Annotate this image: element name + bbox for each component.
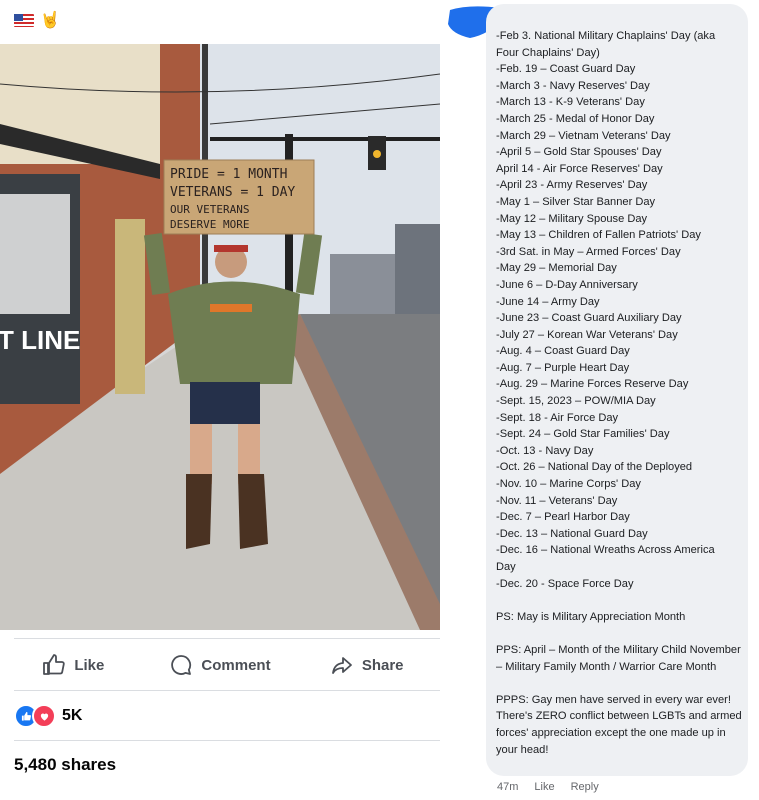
share-arrow-icon — [331, 657, 352, 674]
door — [115, 219, 145, 394]
window-text: T LINE — [0, 325, 80, 355]
post-actions: Like Comment Share — [0, 643, 440, 687]
comment-line: -July 27 – Korean War Veterans' Day — [496, 328, 678, 341]
share-button[interactable]: Share — [293, 653, 440, 677]
comment-line: -Feb 3. National Military Chaplains' Day… — [496, 30, 716, 42]
comment-line: -Sept. 18 - Air Force Day — [496, 411, 619, 424]
comment-line: -Oct. 26 – National Day of the Deployed — [496, 461, 693, 474]
like-label: Like — [74, 656, 105, 674]
comment-line: -April 23 - Army Reserves' Day — [496, 179, 648, 192]
comment-line: -March 29 – Vietnam Veterans' Day — [496, 129, 671, 142]
reaction-count: 5K — [62, 707, 83, 724]
comment-line: -Dec. 13 – National Guard Day — [496, 527, 648, 540]
sign-line-1: PRIDE = 1 MONTH — [170, 167, 287, 182]
comment-line: -May 12 – Military Spouse Day — [496, 212, 648, 225]
comment-line: April 14 - Air Force Reserves' Day — [496, 162, 663, 175]
post-photo[interactable]: T LINE PRIDE = 1 MONTH VETERANS = 1 DAY … — [0, 44, 440, 630]
comment-line: -Nov. 11 – Veterans' Day — [496, 494, 618, 507]
comment-ps: PS: May is Military Appreciation Month — [496, 610, 686, 623]
comment-line: -May 29 – Memorial Day — [496, 262, 617, 275]
comment-line: -June 23 – Coast Guard Auxiliary Day — [496, 312, 682, 325]
comment-line: -Dec. 16 – National Wreaths Across Ameri… — [496, 544, 715, 557]
share-count[interactable]: 5,480 shares — [14, 755, 116, 775]
comment-line: -Aug. 4 – Coast Guard Day — [496, 345, 630, 358]
sign-line-4: DESERVE MORE — [170, 218, 249, 231]
comment-timestamp[interactable]: 47m — [497, 781, 518, 793]
comment-line: -May 1 – Silver Star Banner Day — [496, 195, 656, 208]
cardboard-sign: PRIDE = 1 MONTH VETERANS = 1 DAY OUR VET… — [163, 159, 315, 235]
reactions-summary[interactable]: 5K — [14, 704, 82, 728]
comment-line: -Sept. 24 – Gold Star Families' Day — [496, 428, 670, 441]
comment-line: -Dec. 7 – Pearl Harbor Day — [496, 511, 630, 524]
comment-line: -June 14 – Army Day — [496, 295, 600, 308]
comment-line: -March 13 - K-9 Veterans' Day — [496, 96, 645, 109]
comment-line: -April 5 – Gold Star Spouses' Day — [496, 146, 662, 159]
facebook-post: 🤘 T LINE PRIDE = 1 MONTH VETERANS = 1 DA… — [0, 0, 440, 800]
rock-hand-icon: 🤘 — [40, 12, 60, 29]
thumbs-up-icon — [43, 654, 66, 675]
divider — [14, 638, 440, 639]
comment-label: Comment — [201, 656, 271, 674]
divider — [14, 740, 440, 741]
like-button[interactable]: Like — [0, 653, 147, 677]
post-header: 🤘 — [14, 8, 60, 32]
comment-line: -Oct. 13 - Navy Day — [496, 444, 594, 457]
comment-line: Four Chaplains' Day) — [496, 46, 600, 59]
comment-pps: PPS: April – Month of the Military Child… — [496, 643, 741, 673]
comment-line: -March 3 - Navy Reserves' Day — [496, 79, 650, 92]
comment-text: -Feb 3. National Military Chaplains' Day… — [496, 28, 744, 758]
share-label: Share — [361, 656, 404, 674]
comment-line: -Dec. 20 - Space Force Day — [496, 577, 634, 590]
comment-line: -Nov. 10 – Marine Corps' Day — [496, 478, 641, 491]
comment-button[interactable]: Comment — [147, 653, 294, 677]
comment-line: -Feb. 19 – Coast Guard Day — [496, 63, 636, 76]
comment-line: -Sept. 15, 2023 – POW/MIA Day — [496, 395, 656, 408]
comment-line: -May 13 – Children of Fallen Patriots' D… — [496, 229, 701, 242]
comment-bubble: -Feb 3. National Military Chaplains' Day… — [486, 4, 748, 776]
comment-line: Day — [496, 561, 516, 573]
comment-line: -Aug. 7 – Purple Heart Day — [496, 361, 630, 374]
sign-line-2: VETERANS = 1 DAY — [170, 185, 295, 200]
us-flag-icon — [14, 13, 34, 27]
comment-meta: 47m Like Reply — [497, 781, 599, 793]
comment-line: -Aug. 29 – Marine Forces Reserve Day — [496, 378, 689, 391]
comment-line: -3rd Sat. in May – Armed Forces' Day — [496, 245, 681, 258]
comment-ppps: PPPS: Gay men have served in every war e… — [496, 693, 742, 756]
comment-reply-link[interactable]: Reply — [571, 781, 599, 793]
comment-line: -March 25 - Medal of Honor Day — [496, 112, 655, 125]
comment-line: -June 6 – D-Day Anniversary — [496, 278, 638, 291]
divider — [14, 690, 440, 691]
love-reaction-icon — [32, 704, 56, 728]
comment-like-link[interactable]: Like — [534, 781, 554, 793]
comment-icon — [171, 655, 192, 675]
sign-line-3: OUR VETERANS — [170, 203, 249, 216]
